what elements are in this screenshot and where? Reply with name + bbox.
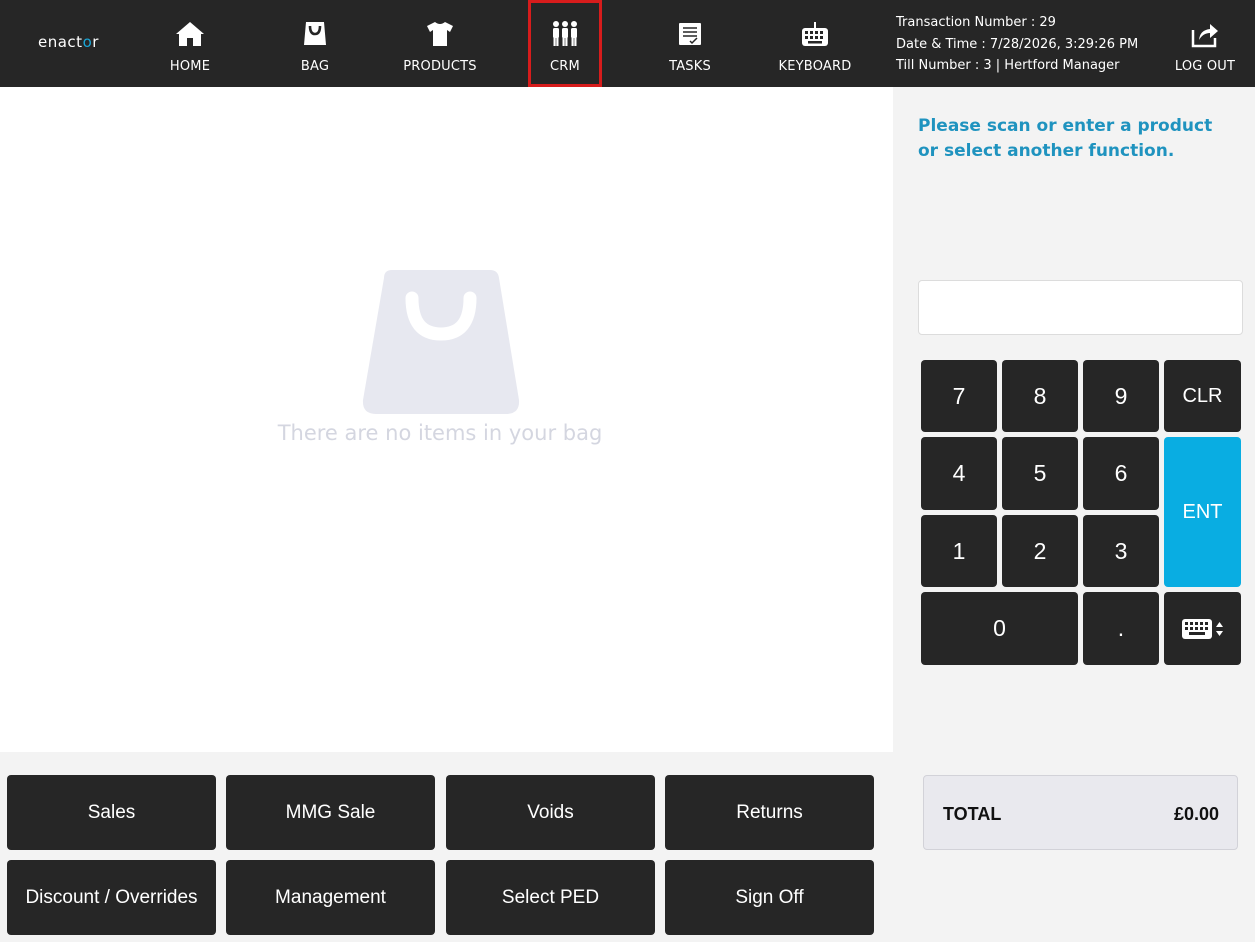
key-enter[interactable]: ENT	[1164, 437, 1241, 587]
nav-keyboard-label: KEYBOARD	[778, 59, 852, 74]
discount-overrides-button[interactable]: Discount / Overrides	[7, 860, 216, 935]
key-9[interactable]: 9	[1083, 360, 1159, 432]
mmg-sale-button[interactable]: MMG Sale	[226, 775, 435, 850]
key-clear[interactable]: CLR	[1164, 360, 1241, 432]
keyboard-toggle-button[interactable]	[1164, 592, 1241, 665]
key-4[interactable]: 4	[921, 437, 997, 510]
nav-tasks-label: TASKS	[669, 59, 711, 74]
key-2[interactable]: 2	[1002, 515, 1078, 587]
nav-crm-label: CRM	[550, 59, 580, 74]
sign-off-button[interactable]: Sign Off	[665, 860, 874, 935]
total-label: TOTAL	[943, 804, 1002, 824]
management-button[interactable]: Management	[226, 860, 435, 935]
select-ped-button[interactable]: Select PED	[446, 860, 655, 935]
total-value: £0.00	[1173, 804, 1219, 824]
logo-text-dot: o	[82, 33, 93, 51]
key-3[interactable]: 3	[1083, 515, 1159, 587]
key-7[interactable]: 7	[921, 360, 997, 432]
nav-crm[interactable]: CRM	[528, 0, 602, 87]
logout-icon	[1191, 24, 1218, 48]
enactor-logo: enactor	[38, 33, 99, 51]
logo-text-post: r	[92, 33, 99, 51]
key-0[interactable]: 0	[921, 592, 1078, 665]
top-navigation-bar: enactor HOME BAG PRODUCTS CRM TASKS KEYB…	[0, 0, 1255, 87]
bag-icon	[304, 22, 326, 45]
people-icon	[553, 21, 577, 46]
key-5[interactable]: 5	[1002, 437, 1078, 510]
bag-items-area: There are no items in your bag	[0, 87, 893, 752]
key-6[interactable]: 6	[1083, 437, 1159, 510]
voids-button[interactable]: Voids	[446, 775, 655, 850]
returns-button[interactable]: Returns	[665, 775, 874, 850]
nav-products-label: PRODUCTS	[403, 59, 477, 74]
home-icon	[176, 22, 204, 46]
keyboard-icon	[802, 22, 828, 46]
shirt-icon	[427, 22, 453, 46]
nav-home[interactable]: HOME	[140, 0, 240, 87]
key-decimal[interactable]: .	[1083, 592, 1159, 665]
entry-input[interactable]	[918, 280, 1243, 335]
nav-bag-label: BAG	[300, 59, 330, 74]
tasks-icon	[679, 23, 701, 45]
right-panel: Please scan or enter a product or select…	[893, 87, 1255, 942]
nav-keyboard[interactable]: KEYBOARD	[765, 0, 865, 87]
nav-products[interactable]: PRODUCTS	[390, 0, 490, 87]
nav-logout-label: LOG OUT	[1174, 59, 1236, 74]
keyboard-toggle-icon	[1181, 618, 1223, 639]
total-box: TOTAL £0.00	[923, 775, 1238, 850]
sales-button[interactable]: Sales	[7, 775, 216, 850]
key-1[interactable]: 1	[921, 515, 997, 587]
nav-tasks[interactable]: TASKS	[640, 0, 740, 87]
transaction-info: Transaction Number : 29 Date & Time : 7/…	[896, 12, 1138, 77]
nav-logout[interactable]: LOG OUT	[1155, 0, 1255, 87]
prompt-message: Please scan or enter a product or select…	[918, 116, 1213, 161]
transaction-number: Transaction Number : 29	[896, 15, 1056, 30]
till-number: Till Number : 3 | Hertford Manager	[896, 58, 1120, 73]
logo-text-pre: enact	[38, 33, 83, 51]
nav-bag[interactable]: BAG	[265, 0, 365, 87]
key-8[interactable]: 8	[1002, 360, 1078, 432]
nav-home-label: HOME	[169, 59, 211, 74]
transaction-datetime: Date & Time : 7/28/2026, 3:29:26 PM	[896, 36, 1139, 52]
empty-bag-icon	[362, 270, 520, 414]
empty-bag-message: There are no items in your bag	[277, 421, 603, 445]
